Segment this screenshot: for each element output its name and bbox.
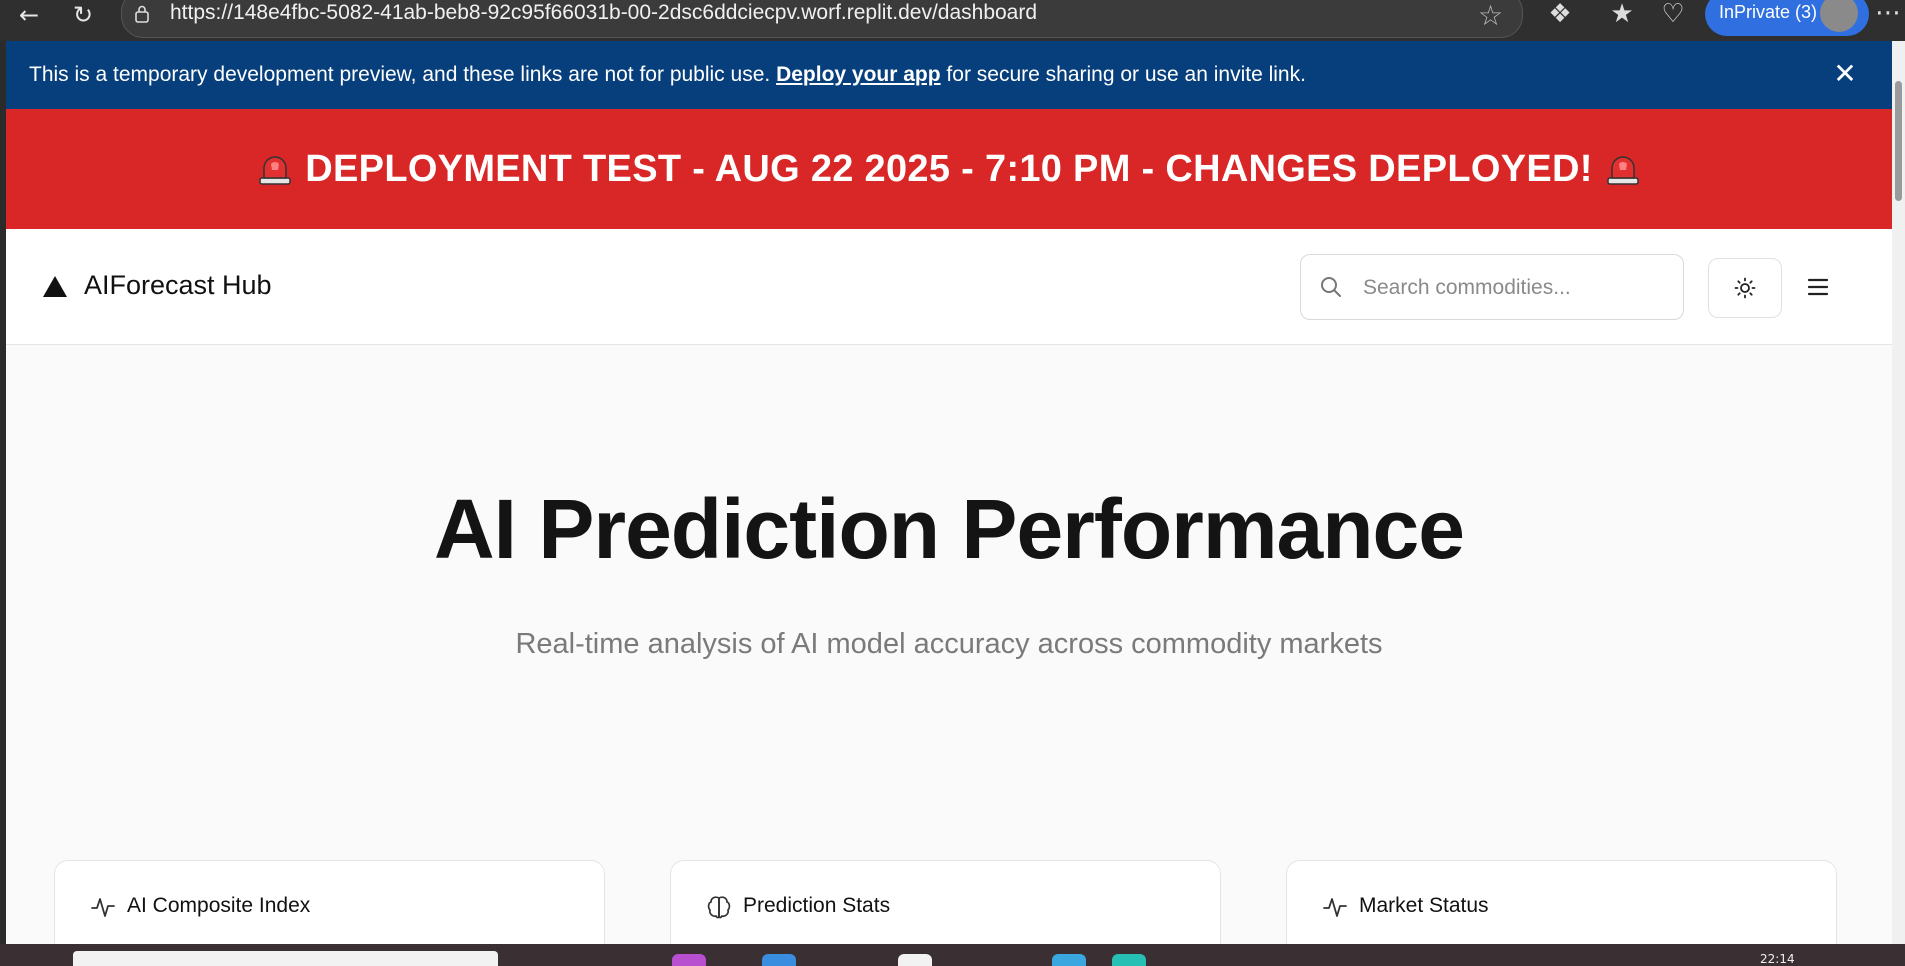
preview-text-before: This is a temporary development preview,…: [29, 63, 777, 86]
deploy-app-link[interactable]: Deploy your app: [776, 63, 941, 86]
site-header: AIForecast Hub: [6, 229, 1892, 345]
os-taskbar: 22:14: [0, 944, 1905, 966]
dev-preview-banner: This is a temporary development preview,…: [6, 41, 1892, 109]
search-icon: [1321, 277, 1341, 297]
health-icon[interactable]: ♡: [1655, 0, 1691, 33]
taskbar-app-icon[interactable]: [672, 954, 706, 966]
taskbar-app-icon[interactable]: [898, 954, 932, 966]
card-title: AI Composite Index: [127, 894, 311, 917]
preview-text-after: for secure sharing or use an invite link…: [940, 63, 1306, 86]
page-title: AI Prediction Performance: [434, 482, 1465, 576]
profile-button[interactable]: InPrivate (3): [1705, 0, 1869, 36]
address-bar[interactable]: https://148e4fbc-5082-41ab-beb8-92c95f66…: [121, 0, 1523, 38]
ai-composite-index-card: AI Composite Index: [54, 860, 605, 944]
menu-button[interactable]: [1800, 267, 1836, 307]
siren-icon: [1606, 156, 1639, 185]
extensions-icon[interactable]: ❖: [1542, 0, 1578, 33]
favorites-icon[interactable]: ★: [1604, 0, 1640, 33]
hamburger-menu-icon: [1807, 278, 1829, 296]
avatar: [1820, 0, 1858, 32]
star-icon[interactable]: ☆: [1478, 0, 1503, 32]
theme-toggle-button[interactable]: [1708, 258, 1782, 318]
deployment-banner: DEPLOYMENT TEST - AUG 22 2025 - 7:10 PM …: [6, 109, 1892, 229]
search-input[interactable]: [1361, 267, 1665, 309]
brain-icon: [707, 896, 731, 919]
card-title: Prediction Stats: [743, 894, 891, 917]
close-icon[interactable]: ✕: [1828, 57, 1862, 91]
browser-toolbar: ← ↻ https://148e4fbc-5082-41ab-beb8-92c9…: [0, 0, 1905, 41]
taskbar-search[interactable]: [73, 951, 498, 966]
taskbar-app-icon[interactable]: [1112, 954, 1146, 966]
page-scrollbar[interactable]: [1892, 41, 1905, 944]
taskbar-app-icon[interactable]: [762, 954, 796, 966]
taskbar-app-icon[interactable]: [1052, 954, 1086, 966]
refresh-icon[interactable]: ↻: [66, 2, 100, 32]
lock-icon[interactable]: [134, 5, 152, 23]
page-subtitle: Real-time analysis of AI model accuracy …: [515, 628, 1383, 660]
back-icon[interactable]: ←: [12, 2, 46, 32]
search-box[interactable]: [1300, 254, 1684, 320]
sun-icon: [1734, 277, 1756, 299]
taskbar-clock[interactable]: 22:14: [1760, 952, 1795, 966]
more-icon[interactable]: ⋯: [1875, 0, 1901, 28]
card-title: Market Status: [1359, 894, 1489, 917]
deployment-banner-text: DEPLOYMENT TEST - AUG 22 2025 - 7:10 PM …: [305, 147, 1593, 190]
page-viewport: This is a temporary development preview,…: [6, 41, 1892, 944]
site-logo-text[interactable]: AIForecast Hub: [84, 270, 272, 301]
activity-icon: [1323, 898, 1347, 917]
profile-label: InPrivate (3): [1719, 2, 1818, 22]
prediction-stats-card: Prediction Stats: [670, 860, 1221, 944]
preview-banner-text: This is a temporary development preview,…: [29, 63, 1306, 87]
activity-icon: [91, 898, 115, 917]
market-status-card: Market Status: [1286, 860, 1837, 944]
scrollbar-thumb[interactable]: [1895, 81, 1902, 201]
url-text[interactable]: https://148e4fbc-5082-41ab-beb8-92c95f66…: [170, 1, 1037, 25]
siren-icon: [259, 156, 292, 185]
logo-triangle-icon[interactable]: [43, 276, 67, 297]
